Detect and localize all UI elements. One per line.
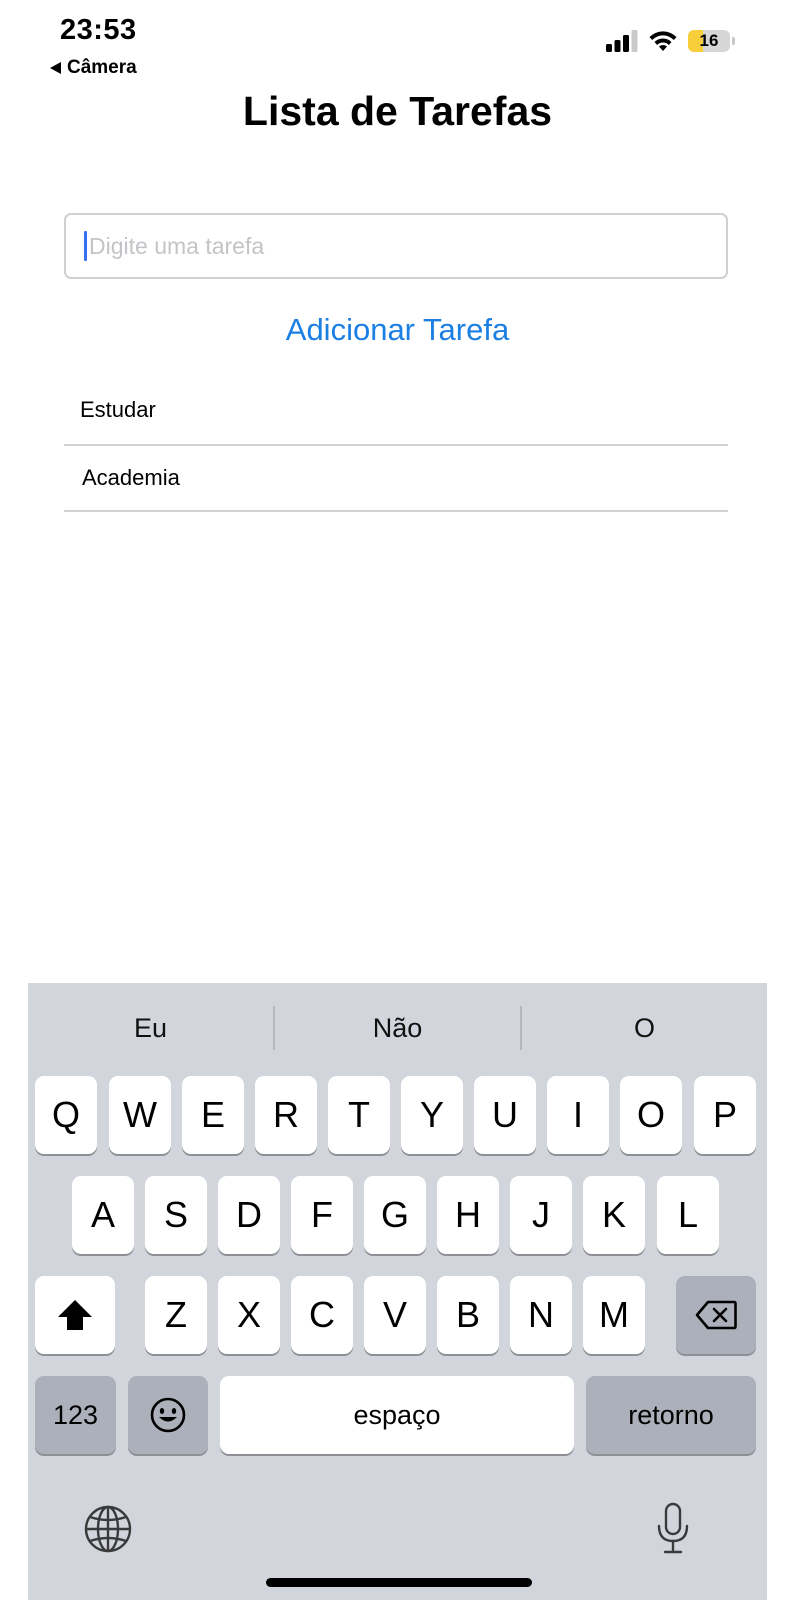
suggestion-item[interactable]: Não xyxy=(275,1013,520,1044)
key-l[interactable]: L xyxy=(657,1176,719,1254)
emoji-icon xyxy=(150,1397,186,1433)
key-o[interactable]: O xyxy=(620,1076,682,1154)
status-indicators: 16 xyxy=(606,30,735,52)
suggestion-item[interactable]: O xyxy=(522,1013,767,1044)
key-f[interactable]: F xyxy=(291,1176,353,1254)
task-list: Estudar Academia xyxy=(64,380,728,512)
key-z[interactable]: Z xyxy=(145,1276,207,1354)
battery-tip xyxy=(732,37,735,45)
emoji-key[interactable] xyxy=(128,1376,208,1454)
key-n[interactable]: N xyxy=(510,1276,572,1354)
status-time: 23:53 xyxy=(60,14,137,46)
key-u[interactable]: U xyxy=(474,1076,536,1154)
globe-icon[interactable] xyxy=(83,1504,133,1554)
task-list-item[interactable]: Estudar xyxy=(64,380,728,446)
key-x[interactable]: X xyxy=(218,1276,280,1354)
space-key[interactable]: espaço xyxy=(220,1376,574,1454)
back-arrow-icon xyxy=(50,62,61,74)
key-t[interactable]: T xyxy=(328,1076,390,1154)
key-s[interactable]: S xyxy=(145,1176,207,1254)
home-indicator xyxy=(266,1578,532,1587)
signal-icon xyxy=(606,30,638,52)
suggestion-bar: Eu Não O xyxy=(28,983,767,1073)
key-m[interactable]: M xyxy=(583,1276,645,1354)
back-to-camera-link[interactable]: Câmera xyxy=(50,57,137,79)
task-label: Estudar xyxy=(80,397,156,422)
back-link-label: Câmera xyxy=(67,57,137,78)
wifi-icon xyxy=(649,31,677,51)
key-h[interactable]: H xyxy=(437,1176,499,1254)
key-p[interactable]: P xyxy=(694,1076,756,1154)
shift-icon xyxy=(58,1300,92,1330)
key-d[interactable]: D xyxy=(218,1176,280,1254)
return-key[interactable]: retorno xyxy=(586,1376,756,1454)
page-title: Lista de Tarefas xyxy=(242,88,553,134)
key-q[interactable]: Q xyxy=(35,1076,97,1154)
key-r[interactable]: R xyxy=(255,1076,317,1154)
task-label: Academia xyxy=(82,465,180,490)
backspace-icon xyxy=(695,1300,737,1330)
suggestion-item[interactable]: Eu xyxy=(28,1013,273,1044)
add-task-button[interactable]: Adicionar Tarefa xyxy=(0,312,795,348)
key-v[interactable]: V xyxy=(364,1276,426,1354)
key-w[interactable]: W xyxy=(109,1076,171,1154)
numbers-key[interactable]: 123 xyxy=(35,1376,116,1454)
microphone-icon[interactable] xyxy=(655,1501,691,1557)
key-k[interactable]: K xyxy=(583,1176,645,1254)
key-e[interactable]: E xyxy=(182,1076,244,1154)
keyboard: Eu Não O Q W E R T Y U I O P A S D F G H… xyxy=(28,983,767,1600)
battery-icon: 16 xyxy=(688,30,730,52)
battery-level: 16 xyxy=(699,31,719,50)
shift-key[interactable] xyxy=(35,1276,115,1354)
task-input-field[interactable] xyxy=(64,213,728,279)
key-b[interactable]: B xyxy=(437,1276,499,1354)
key-i[interactable]: I xyxy=(547,1076,609,1154)
task-input[interactable] xyxy=(87,232,709,260)
key-a[interactable]: A xyxy=(72,1176,134,1254)
key-y[interactable]: Y xyxy=(401,1076,463,1154)
backspace-key[interactable] xyxy=(676,1276,756,1354)
task-list-item[interactable]: Academia xyxy=(64,446,728,512)
key-c[interactable]: C xyxy=(291,1276,353,1354)
key-g[interactable]: G xyxy=(364,1176,426,1254)
key-j[interactable]: J xyxy=(510,1176,572,1254)
